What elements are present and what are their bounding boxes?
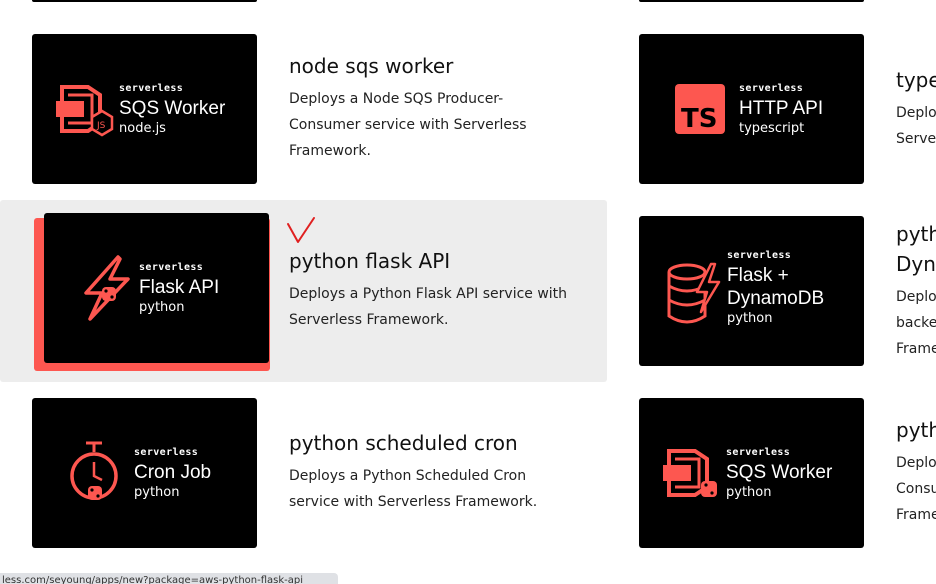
card-lang: python: [134, 485, 180, 500]
dynamodb-icon: [667, 262, 721, 324]
card-name: HTTP API: [739, 98, 824, 119]
template-description: Deploys a Python Flask API service with …: [289, 286, 568, 328]
brand-label: serverless: [726, 447, 791, 458]
brand-label: serverless: [134, 447, 199, 458]
sqs-queue-icon: [663, 449, 717, 497]
card-text: serverless SQS Worker python: [726, 447, 833, 500]
template-card-sqs-node[interactable]: JS serverless SQS Worker node.js: [32, 34, 257, 184]
template-title-link[interactable]: type: [896, 68, 936, 92]
sqs-queue-icon: JS: [56, 85, 114, 137]
template-description: Deplo backe Frame: [896, 289, 936, 357]
card-lang: node.js: [119, 121, 166, 136]
template-title-link[interactable]: python flask API: [289, 249, 450, 273]
template-title-link[interactable]: python scheduled cron: [289, 431, 518, 455]
card-name: Cron Job: [134, 462, 212, 483]
card-text: serverless SQS Worker node.js: [119, 83, 226, 136]
template-card-flask-dynamodb[interactable]: serverless Flask + DynamoDB python: [639, 216, 864, 366]
card-text: serverless HTTP API typescript: [739, 83, 824, 136]
svg-text:TS: TS: [681, 104, 717, 134]
card-top-edge: [32, 0, 257, 2]
card-lang: python: [727, 311, 773, 326]
template-description: Deploys a Node SQS Producer-Consumer ser…: [289, 91, 527, 159]
template-description: Deploys a Python Scheduled Cron service …: [289, 468, 538, 510]
template-card-http-ts[interactable]: TS serverless HTTP API typescript: [639, 34, 864, 184]
template-card-sqs-python[interactable]: serverless SQS Worker python: [639, 398, 864, 548]
card-name: Flask +: [727, 265, 789, 286]
card-name: SQS Worker: [726, 462, 833, 483]
card-name: DynamoDB: [727, 288, 825, 309]
card-name: SQS Worker: [119, 98, 226, 119]
template-title-link[interactable]: Dyn: [896, 252, 936, 276]
brand-label: serverless: [119, 83, 184, 94]
brand-label: serverless: [139, 262, 204, 273]
card-lang: python: [139, 300, 185, 315]
template-title-link[interactable]: pyth: [896, 418, 936, 442]
template-card-flask-api[interactable]: serverless Flask API python: [44, 213, 269, 363]
flask-bolt-icon: [84, 255, 130, 321]
card-lang: typescript: [739, 121, 805, 136]
card-text: serverless Flask + DynamoDB python: [727, 250, 825, 326]
svg-text:JS: JS: [96, 121, 106, 131]
template-title-link[interactable]: pyth: [896, 222, 936, 246]
checkmark-annotation-icon: [287, 217, 315, 243]
template-card-cron[interactable]: serverless Cron Job python: [32, 398, 257, 548]
stopwatch-icon: [70, 441, 118, 500]
template-title-link[interactable]: node sqs worker: [289, 54, 453, 78]
typescript-icon: TS: [675, 84, 725, 134]
card-lang: python: [726, 485, 772, 500]
brand-label: serverless: [727, 250, 792, 261]
template-description: Deplo Serve: [896, 105, 936, 147]
brand-label: serverless: [739, 83, 804, 94]
status-bar-url: less.com/seyoung/apps/new?package=aws-py…: [0, 573, 338, 584]
card-name: Flask API: [139, 277, 220, 298]
card-top-edge: [639, 0, 864, 2]
card-text: serverless Cron Job python: [134, 447, 212, 500]
card-text: serverless Flask API python: [139, 262, 220, 315]
template-description: Deplo Consu Frame: [896, 455, 936, 523]
